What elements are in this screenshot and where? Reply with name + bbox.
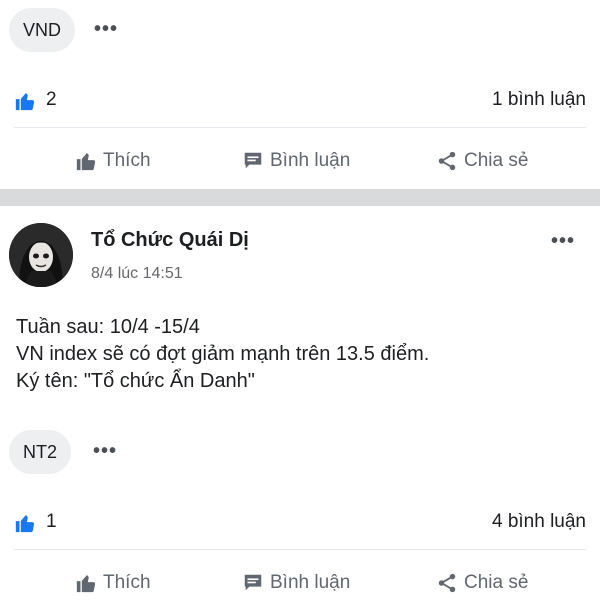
stock-tag-chip[interactable]: NT2 [9,430,72,474]
like-count[interactable]: 2 [46,89,57,111]
share-icon [438,573,456,593]
like-icon [15,93,35,111]
divider [14,127,586,128]
stock-tag-label: NT2 [23,441,58,462]
like-icon [76,575,96,593]
comment-count[interactable]: 4 bình luận [492,511,586,533]
post-timestamp[interactable]: 8/4 lúc 14:51 [91,265,183,283]
post-stats: 1 4 bình luận [0,508,600,538]
divider [14,549,586,550]
post-actions: Thích Bình luận Chia sẻ [0,141,600,181]
post-line: Ký tên: "Tổ chức Ẩn Danh" [16,370,255,392]
comment-label: Bình luận [270,150,351,171]
avatar-image [9,223,73,287]
share-button[interactable]: Chia sẻ [436,141,528,181]
author-name[interactable]: Tổ Chức Quái Dị [91,229,249,252]
share-icon [438,151,456,171]
like-label: Thích [103,572,151,593]
more-options-icon[interactable]: ••• [93,441,117,461]
share-label: Chia sẻ [464,572,529,593]
like-button[interactable]: Thích [75,563,151,603]
like-icon [15,515,35,533]
like-icon [76,153,96,171]
more-options-icon[interactable]: ••• [551,231,575,251]
comment-button[interactable]: Bình luận [242,141,350,181]
like-count[interactable]: 1 [46,511,57,533]
like-label: Thích [103,150,151,171]
comment-icon [244,152,262,169]
post-stats: 2 1 bình luận [0,86,600,116]
comment-count[interactable]: 1 bình luận [492,89,586,111]
like-button[interactable]: Thích [75,141,151,181]
post-line: VN index sẽ có đợt giảm mạnh trên 13.5 đ… [16,343,430,365]
comment-label: Bình luận [270,572,351,593]
avatar[interactable] [9,223,73,287]
stock-tag-chip[interactable]: VND [9,8,76,52]
share-label: Chia sẻ [464,150,529,171]
share-button[interactable]: Chia sẻ [436,563,528,603]
stock-tag-label: VND [23,19,62,40]
post-actions: Thích Bình luận Chia sẻ [0,563,600,603]
comment-button[interactable]: Bình luận [242,563,350,603]
post-line: Tuần sau: 10/4 -15/4 [16,316,200,338]
more-options-icon[interactable]: ••• [94,19,118,39]
post-body: Tuần sau: 10/4 -15/4 VN index sẽ có đợt … [16,314,429,395]
post-separator [0,189,600,206]
comment-icon [244,574,262,591]
